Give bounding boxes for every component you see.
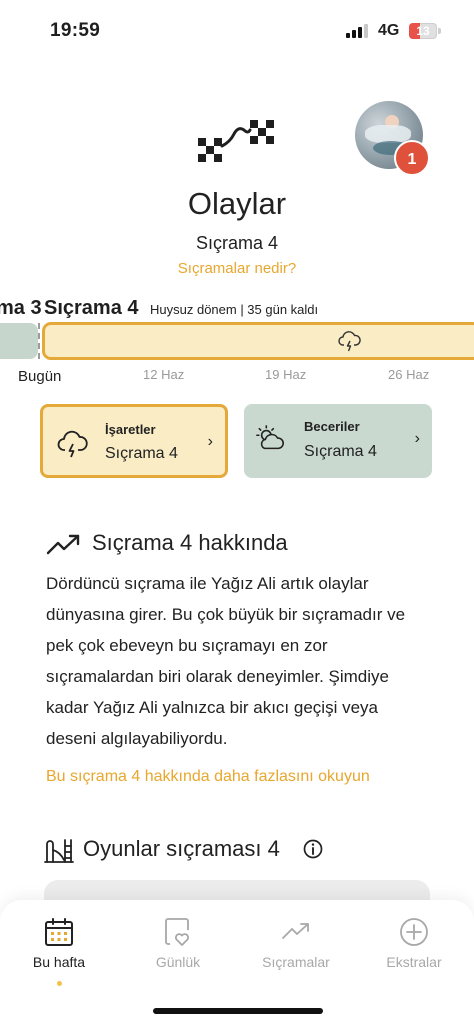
read-more-link[interactable]: Bu sıçrama 4 hakkında daha fazlasını oku… — [46, 768, 370, 786]
signs-card-title: İşaretler — [105, 422, 156, 437]
timeline-date-label: 19 Haz — [265, 367, 307, 382]
nav-label: Ekstralar — [386, 954, 442, 970]
signs-card-value: Sıçrama 4 — [105, 445, 178, 462]
nav-leaps[interactable]: Sıçramalar — [246, 916, 346, 976]
trend-icon — [282, 923, 309, 939]
playground-icon — [44, 839, 74, 863]
timeline-today-label: Bugün — [18, 368, 62, 385]
status-bar: 19:59 4G 13 — [0, 0, 474, 64]
status-time: 19:59 — [50, 20, 101, 41]
nav-diary[interactable]: Günlük — [128, 916, 228, 976]
skills-card-value: Sıçrama 4 — [304, 443, 377, 460]
nav-extras[interactable]: Ekstralar — [364, 916, 464, 976]
nav-label: Günlük — [155, 954, 201, 970]
signs-card[interactable]: İşaretler Sıçrama 4 › — [40, 404, 228, 478]
previous-leap-label[interactable]: ma 3 — [0, 297, 42, 320]
notification-badge[interactable]: 1 — [394, 140, 430, 176]
diary-icon — [165, 918, 189, 946]
chevron-right-icon: › — [414, 430, 420, 447]
nav-label: Bu hafta — [32, 954, 86, 970]
network-type: 4G — [378, 22, 400, 39]
bottom-nav: Bu hafta Günlük Sıçramalar Ekstralar — [0, 900, 474, 1024]
skills-card-title: Beceriler — [304, 419, 360, 434]
plus-circle-icon — [400, 918, 428, 946]
storm-icon — [338, 331, 361, 352]
home-indicator[interactable] — [153, 1008, 323, 1014]
battery-level: 13 — [416, 24, 430, 38]
chevron-right-icon: › — [207, 433, 213, 450]
storm-icon — [57, 430, 88, 458]
games-title: Oyunlar sıçraması 4 — [83, 836, 280, 861]
battery-nub — [438, 28, 441, 34]
page-title: Olaylar — [187, 186, 287, 221]
current-leap-bar[interactable] — [42, 322, 474, 360]
calendar-icon — [45, 918, 73, 946]
trend-up-icon — [46, 534, 80, 555]
about-body: Dördüncü sıçrama ile Yağız Ali artık ola… — [46, 574, 406, 748]
nav-this-week[interactable]: Bu hafta — [9, 916, 109, 976]
signal-icon — [346, 24, 372, 38]
sun-cloud-icon — [256, 425, 284, 450]
about-title: Sıçrama 4 hakkında — [92, 530, 288, 555]
skills-card[interactable]: Beceriler Sıçrama 4 › — [244, 404, 432, 478]
previous-leap-bar[interactable] — [0, 323, 38, 359]
leaps-logo-icon — [198, 120, 274, 162]
page-subtitle: Sıçrama 4 — [195, 233, 279, 253]
timeline-date-label: 12 Haz — [143, 367, 185, 382]
today-marker — [38, 323, 46, 359]
current-leap-description: Huysuz dönem | 35 gün kaldı — [150, 302, 319, 317]
nav-label: Sıçramalar — [262, 954, 330, 970]
active-tab-indicator — [57, 981, 62, 986]
what-are-leaps-link[interactable]: Sıçramalar nedir? — [0, 260, 474, 277]
battery-icon: 13 — [409, 23, 437, 39]
timeline-date-label: 26 Haz — [388, 367, 430, 382]
current-leap-label[interactable]: Sıçrama 4 — [44, 297, 139, 320]
info-icon[interactable] — [303, 839, 323, 859]
